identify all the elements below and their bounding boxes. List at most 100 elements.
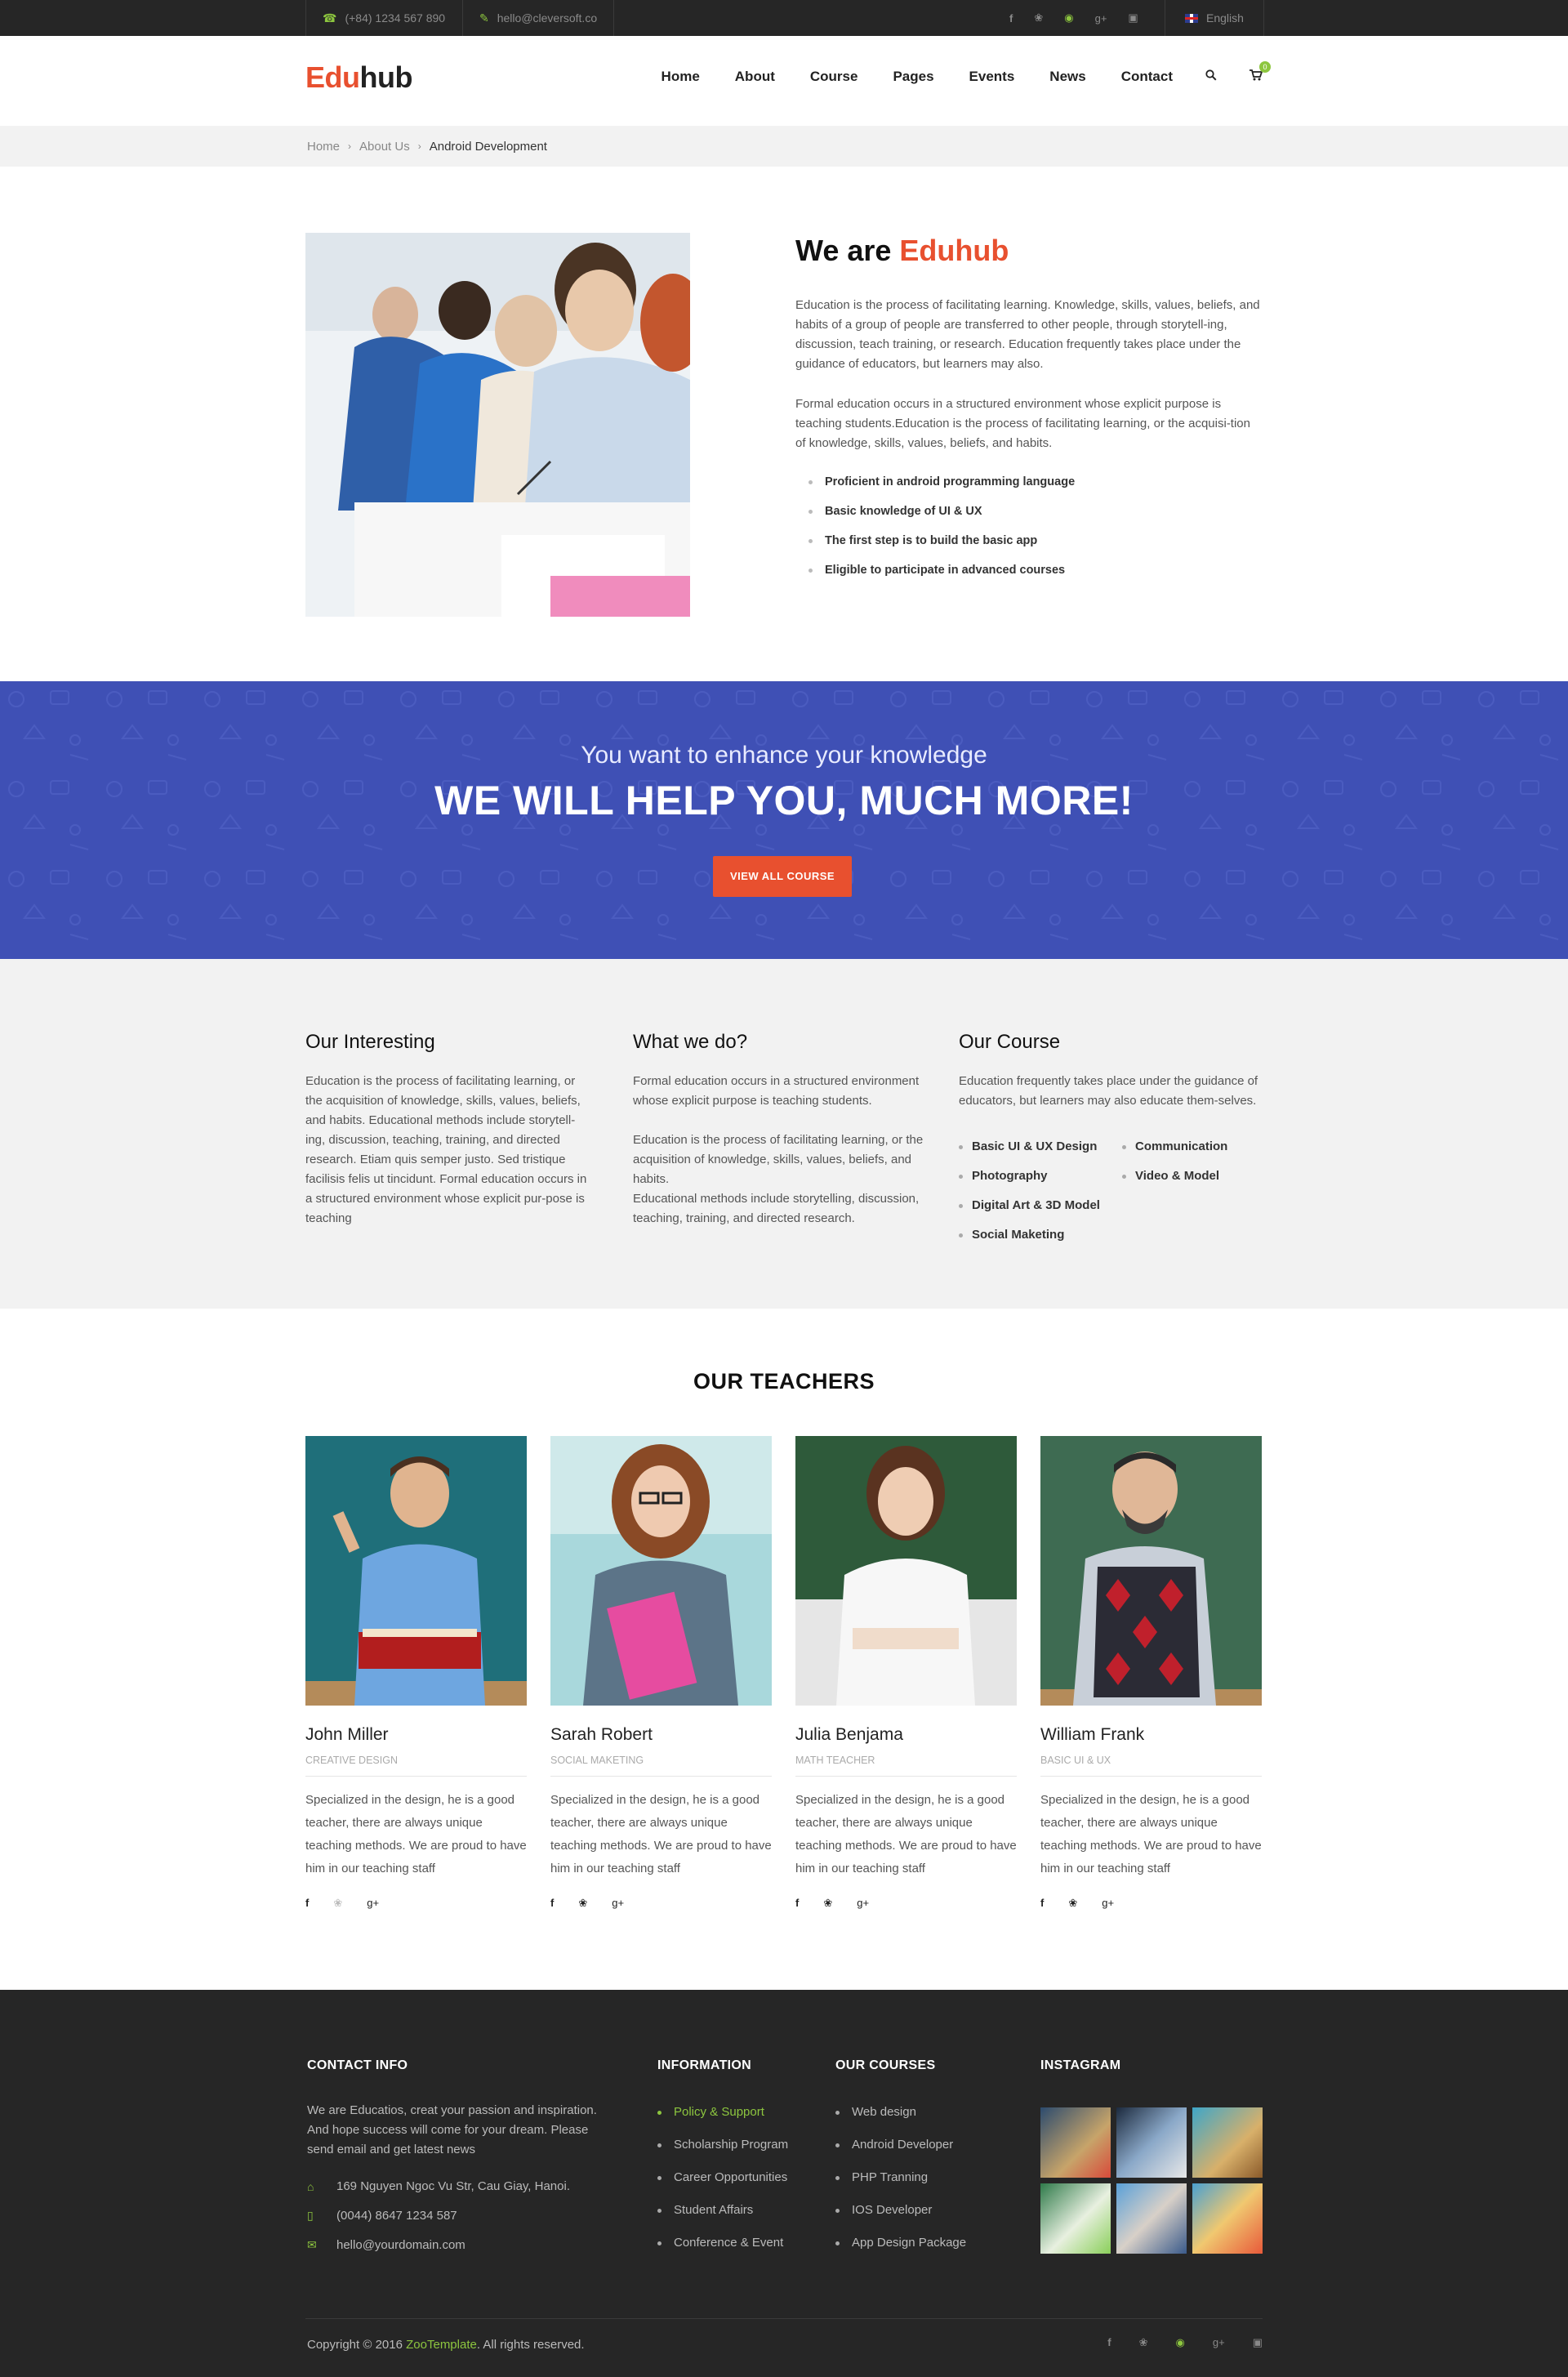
info-col-what-we-do: What we do? Formal education occurs in a…: [633, 1031, 935, 1229]
main-nav: Home About Course Pages Events News Cont…: [626, 36, 1271, 118]
logo[interactable]: Eduhub: [305, 60, 412, 95]
facebook-icon[interactable]: f: [1040, 1897, 1044, 1910]
nav-course[interactable]: Course: [810, 69, 858, 85]
teacher-name[interactable]: John Miller: [305, 1725, 527, 1748]
nav-home[interactable]: Home: [662, 69, 700, 85]
footer-link[interactable]: Scholarship Program: [657, 2135, 788, 2168]
footer-instagram-title: INSTAGRAM: [1040, 2058, 1121, 2072]
nav-events[interactable]: Events: [969, 69, 1015, 85]
nav-news[interactable]: News: [1049, 69, 1085, 85]
nav-about[interactable]: About: [735, 69, 775, 85]
google-plus-icon[interactable]: g+: [612, 1897, 624, 1910]
language-selector[interactable]: English: [1165, 0, 1264, 36]
course-list-right: Communication Video & Model: [1122, 1137, 1227, 1196]
info-col-text: Education frequently takes place under t…: [959, 1074, 1258, 1108]
course-link[interactable]: Communication: [1122, 1137, 1227, 1166]
footer-phone[interactable]: ▯ (0044) 8647 1234 587: [307, 2209, 457, 2223]
footer-link[interactable]: Conference & Event: [657, 2233, 788, 2266]
footer-link[interactable]: IOS Developer: [835, 2201, 966, 2233]
breadcrumb-home[interactable]: Home: [307, 140, 340, 154]
course-link[interactable]: Photography: [959, 1166, 1100, 1196]
google-plus-icon[interactable]: g+: [367, 1897, 379, 1910]
footer-link[interactable]: Web design: [835, 2103, 966, 2135]
search-icon[interactable]: [1205, 69, 1217, 84]
course-link[interactable]: Digital Art & 3D Model: [959, 1196, 1100, 1225]
header: Eduhub Home About Course Pages Events Ne…: [0, 36, 1568, 126]
about-title-prefix: We are: [795, 234, 900, 267]
teachers-title: OUR TEACHERS: [693, 1369, 875, 1394]
footer-email[interactable]: ✉ hello@yourdomain.com: [307, 2238, 466, 2252]
footer-link[interactable]: Career Opportunities: [657, 2168, 788, 2201]
footer-link[interactable]: App Design Package: [835, 2233, 966, 2266]
teacher-card: Sarah Robert SOCIAL MAKETING Specialized…: [550, 1436, 772, 1910]
footer-email-text: hello@yourdomain.com: [336, 2238, 466, 2252]
list-item: Proficient in android programming langua…: [808, 472, 1075, 502]
google-plus-icon[interactable]: g+: [857, 1897, 869, 1910]
topbar-email[interactable]: ✎ hello@cleversoft.co: [462, 0, 615, 36]
teacher-name[interactable]: William Frank: [1040, 1725, 1262, 1748]
teacher-social: f ❀ g+: [305, 1897, 527, 1910]
teacher-card: Julia Benjama MATH TEACHER Specialized i…: [795, 1436, 1017, 1910]
twitter-icon[interactable]: ❀: [578, 1897, 587, 1910]
teacher-photo[interactable]: [1040, 1436, 1262, 1706]
teacher-name[interactable]: Sarah Robert: [550, 1725, 772, 1748]
about-students-photo: [305, 233, 690, 617]
chevron-right-icon: ›: [348, 140, 352, 152]
twitter-icon[interactable]: ❀: [1139, 2336, 1148, 2349]
footer-link[interactable]: Android Developer: [835, 2135, 966, 2168]
instagram-photo[interactable]: [1116, 2107, 1187, 2178]
view-all-course-button[interactable]: VIEW ALL COURSE: [713, 856, 852, 897]
chevron-right-icon: ›: [417, 140, 421, 152]
footer-link[interactable]: Policy & Support: [657, 2103, 788, 2135]
instagram-photo[interactable]: [1116, 2183, 1187, 2254]
topbar-social: f ❀ ◉ g+ ▣: [1009, 0, 1138, 36]
course-link[interactable]: Social Maketing: [959, 1225, 1100, 1255]
cart-count-badge: 0: [1259, 61, 1271, 73]
instagram-icon[interactable]: ▣: [1253, 2336, 1263, 2349]
twitter-icon[interactable]: ❀: [1034, 11, 1043, 25]
topbar-phone-text: (+84) 1234 567 890: [345, 11, 446, 25]
cta-banner: You want to enhance your knowledge WE WI…: [0, 681, 1568, 959]
teacher-card: John Miller CREATIVE DESIGN Specialized …: [305, 1436, 527, 1910]
course-list-left: Basic UI & UX Design Photography Digital…: [959, 1137, 1100, 1255]
copyright-suffix: . All rights reserved.: [476, 2338, 585, 2352]
teacher-photo[interactable]: [305, 1436, 527, 1706]
pinterest-icon[interactable]: ◉: [1064, 11, 1073, 25]
instagram-photo[interactable]: [1040, 2107, 1111, 2178]
instagram-icon[interactable]: ▣: [1128, 11, 1138, 25]
facebook-icon[interactable]: f: [550, 1897, 554, 1910]
footer-courses-list: Web design Android Developer PHP Trannin…: [835, 2103, 966, 2266]
google-plus-icon[interactable]: g+: [1102, 1897, 1114, 1910]
teacher-photo[interactable]: [550, 1436, 772, 1706]
facebook-icon[interactable]: f: [305, 1897, 309, 1910]
course-link[interactable]: Basic UI & UX Design: [959, 1137, 1100, 1166]
twitter-icon[interactable]: ❀: [823, 1897, 832, 1910]
footer-link[interactable]: PHP Tranning: [835, 2168, 966, 2201]
home-icon: ⌂: [307, 2179, 314, 2193]
google-plus-icon[interactable]: g+: [1095, 12, 1107, 25]
teacher-card: William Frank BASIC UI & UX Specialized …: [1040, 1436, 1262, 1910]
facebook-icon[interactable]: f: [1009, 12, 1013, 25]
twitter-icon[interactable]: ❀: [333, 1897, 342, 1910]
pinterest-icon[interactable]: ◉: [1176, 2336, 1185, 2349]
twitter-icon[interactable]: ❀: [1068, 1897, 1077, 1910]
top-bar: ☎ (+84) 1234 567 890 ✎ hello@cleversoft.…: [0, 0, 1568, 36]
teacher-name[interactable]: Julia Benjama: [795, 1725, 1017, 1748]
nav-pages[interactable]: Pages: [893, 69, 933, 85]
facebook-icon[interactable]: f: [795, 1897, 799, 1910]
info-section: Our Interesting Education is the process…: [0, 959, 1568, 1309]
course-link[interactable]: Video & Model: [1122, 1166, 1227, 1196]
footer-link[interactable]: Student Affairs: [657, 2201, 788, 2233]
copyright-prefix: Copyright © 2016: [307, 2338, 407, 2352]
instagram-photo[interactable]: [1192, 2183, 1263, 2254]
google-plus-icon[interactable]: g+: [1213, 2336, 1225, 2349]
instagram-photo[interactable]: [1040, 2183, 1111, 2254]
instagram-photo[interactable]: [1192, 2107, 1263, 2178]
topbar-phone[interactable]: ☎ (+84) 1234 567 890: [305, 0, 461, 36]
breadcrumb-about[interactable]: About Us: [359, 140, 410, 154]
cart-icon[interactable]: 0: [1250, 61, 1271, 84]
nav-contact[interactable]: Contact: [1121, 69, 1173, 85]
facebook-icon[interactable]: f: [1107, 2336, 1111, 2349]
teacher-photo[interactable]: [795, 1436, 1017, 1706]
zootemplate-link[interactable]: ZooTemplate: [406, 2338, 477, 2352]
